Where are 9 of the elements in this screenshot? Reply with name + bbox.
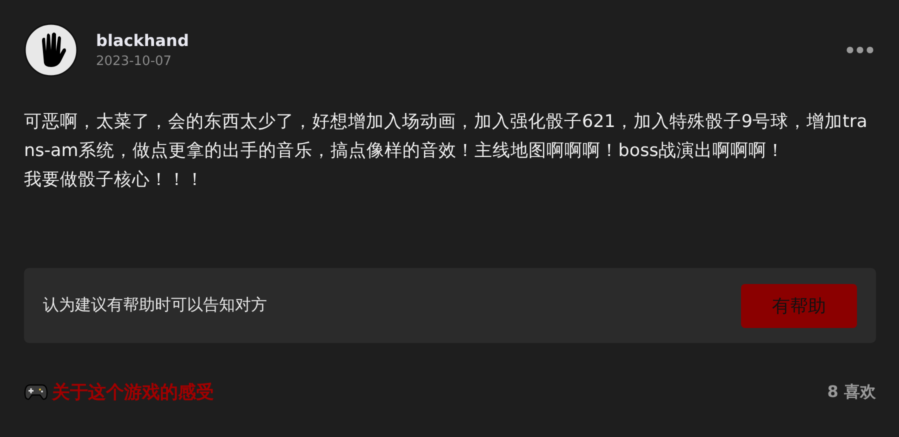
review-text: 我要做骰子核心！！！	[24, 169, 205, 192]
more-options-icon[interactable]	[846, 46, 874, 54]
review-text: 可恶啊，太菜了，会的东西太少了，好想增加入场动画，加入强化骰子621，加入特殊骰子9号球，增加trans-am系统，做点更拿的出手的音乐，搞点像样的音效！主线地图啊啊啊！boss战演出啊啊啊！	[24, 111, 868, 163]
like-count[interactable]: 8 喜欢	[827, 382, 876, 402]
gamepad-icon	[24, 383, 48, 401]
author-name[interactable]: blackhand	[96, 31, 828, 50]
helpful-hint: 认为建议有帮助时可以告知对方	[43, 295, 267, 316]
post-date: 2023-10-07	[96, 54, 173, 69]
hand-avatar-icon	[24, 23, 78, 77]
